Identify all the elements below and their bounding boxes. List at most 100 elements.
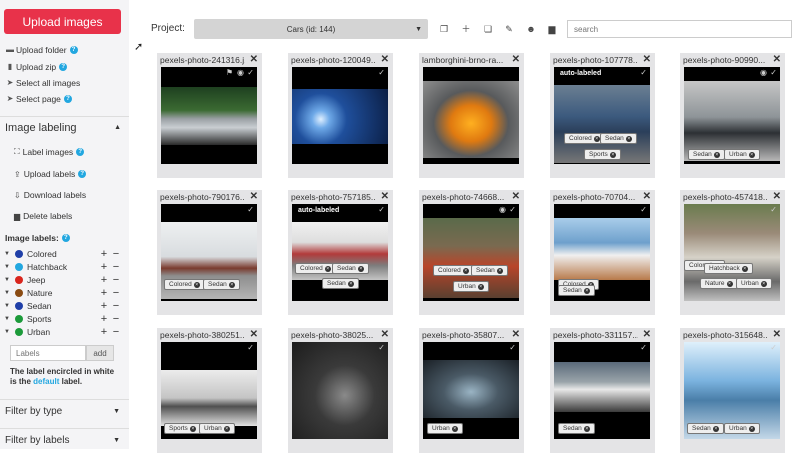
label-tag[interactable]: Nature ×	[700, 278, 738, 289]
close-icon[interactable]: ×	[583, 425, 590, 432]
label-tag[interactable]: Urban ×	[427, 423, 463, 434]
image-card[interactable]: pexels-photo-35807... ✕ ✓ Urban ×	[419, 328, 524, 453]
label-row[interactable]: ▼ Hatchback + −	[4, 261, 122, 273]
label-tag[interactable]: Sports ×	[584, 149, 621, 160]
trash-icon[interactable]: ▆	[547, 24, 557, 34]
duplicate-icon[interactable]: ❏	[483, 24, 493, 34]
close-icon[interactable]: ×	[741, 265, 748, 272]
image-thumbnail[interactable]: ⚑ ◉ ✓	[161, 67, 257, 164]
close-icon[interactable]: ×	[726, 280, 733, 287]
close-icon[interactable]: ×	[193, 281, 200, 288]
image-thumbnail[interactable]	[423, 67, 519, 164]
image-thumbnail[interactable]: ✓ auto-labeled Colored × Sedan × Sports ×	[554, 67, 650, 164]
check-icon[interactable]: ✓	[509, 343, 516, 352]
image-thumbnail[interactable]: ✓	[292, 67, 388, 164]
plus-icon[interactable]: ＋	[461, 24, 471, 34]
check-icon[interactable]: ✓	[770, 343, 777, 352]
help-icon[interactable]: ?	[61, 234, 70, 242]
upload-zip-link[interactable]: ▮ Upload zip ?	[6, 61, 68, 73]
image-card[interactable]: pexels-photo-107778... ✕ ✓ auto-labeled Colo…	[550, 53, 655, 178]
caret-down-icon[interactable]: ▼	[4, 290, 10, 296]
image-card[interactable]: pexels-photo-380251... ✕ ✓ Sports × Urban ×	[157, 328, 262, 453]
close-icon[interactable]: ×	[462, 267, 469, 274]
check-icon[interactable]: ✓	[378, 68, 385, 77]
plus-icon[interactable]: +	[98, 275, 110, 286]
close-icon[interactable]: ✕	[773, 329, 781, 340]
select-all-images-link[interactable]: ➤ Select all images	[6, 77, 81, 89]
label-row[interactable]: ▼ Sedan + −	[4, 300, 122, 312]
help-icon[interactable]: ?	[69, 46, 78, 54]
image-card[interactable]: pexels-photo-120049... ✕ ✓	[288, 53, 393, 178]
label-tag[interactable]: Colored×	[295, 263, 336, 274]
close-icon[interactable]: ✕	[643, 191, 651, 202]
image-thumbnail[interactable]: ✓Colored×Hatchback×Nature×Urban×	[684, 204, 780, 301]
close-icon[interactable]: ×	[760, 280, 767, 287]
check-icon[interactable]: ✓	[247, 68, 254, 77]
check-icon[interactable]: ✓	[640, 343, 647, 352]
image-card[interactable]: pexels-photo-457418...✕✓Colored×Hatchbac…	[680, 190, 785, 315]
image-card[interactable]: pexels-photo-757185... ✕ ✓ auto-labeled Colo…	[288, 190, 393, 315]
label-tag[interactable]: Urban ×	[724, 423, 760, 434]
help-icon[interactable]: ?	[63, 95, 72, 103]
help-icon[interactable]: ?	[59, 63, 68, 71]
eye-icon[interactable]: ◉	[760, 68, 767, 77]
close-icon[interactable]: ✕	[250, 54, 258, 65]
label-tag[interactable]: Urban ×	[736, 278, 772, 289]
close-icon[interactable]: ✕	[512, 191, 520, 202]
help-icon[interactable]: ?	[76, 148, 85, 156]
caret-down-icon[interactable]: ▼	[4, 264, 10, 270]
image-card[interactable]: pexels-photo-38025... ✕ ✓	[288, 328, 393, 453]
edit-icon[interactable]: ✎	[504, 24, 514, 34]
image-card[interactable]: pexels-photo-74668... ✕ ◉ ✓ Colored × Sedan × Ur…	[419, 190, 524, 315]
close-icon[interactable]: ✕	[512, 329, 520, 340]
close-icon[interactable]: ×	[477, 283, 484, 290]
image-thumbnail[interactable]: ◉ ✓ Colored × Sedan × Urban ×	[423, 204, 519, 301]
check-icon[interactable]: ✓	[509, 205, 516, 214]
help-icon[interactable]: ?	[78, 170, 87, 178]
project-select[interactable]: Cars (id: 144) ▼	[194, 19, 428, 39]
label-tag[interactable]: Sports ×	[164, 423, 201, 434]
label-tag[interactable]: Sedan ×	[203, 279, 240, 290]
image-card[interactable]: pexels-photo-315648... ✕ ✓ Sedan × Urban ×	[680, 328, 785, 453]
image-card[interactable]: pexels-photo-790176... ✕ ✓ Colored × Sedan ×	[157, 190, 262, 315]
labels-input[interactable]	[10, 345, 86, 361]
plus-icon[interactable]: +	[98, 288, 110, 299]
copy-icon[interactable]: ❐	[439, 24, 449, 34]
plus-icon[interactable]: +	[98, 249, 110, 260]
plus-icon[interactable]: +	[98, 301, 110, 312]
select-page-link[interactable]: ➤ Select page ?	[6, 93, 72, 105]
caret-down-icon[interactable]: ▼	[4, 303, 10, 309]
label-tag[interactable]: Urban ×	[453, 281, 489, 292]
label-row[interactable]: ▼ Nature + −	[4, 287, 122, 299]
label-tag[interactable]: Colored×	[564, 133, 605, 144]
minus-icon[interactable]: −	[110, 288, 122, 299]
close-icon[interactable]: ✕	[250, 191, 258, 202]
close-icon[interactable]: ×	[713, 151, 720, 158]
label-tag[interactable]: Urban ×	[199, 423, 235, 434]
image-thumbnail[interactable]: ✓Colored×Sedan×	[554, 204, 650, 301]
close-icon[interactable]: ✕	[381, 329, 389, 340]
close-icon[interactable]: ✕	[512, 54, 520, 65]
close-icon[interactable]: ×	[748, 151, 755, 158]
close-icon[interactable]: ×	[583, 287, 590, 294]
close-icon[interactable]: ×	[223, 425, 230, 432]
filter-by-type[interactable]: Filter by type ▼	[0, 399, 129, 423]
close-icon[interactable]: ✕	[773, 54, 781, 65]
close-icon[interactable]: ×	[593, 135, 600, 142]
check-icon[interactable]: ✓	[640, 68, 647, 77]
image-thumbnail[interactable]: ◉ ✓ Sedan × Urban ×	[684, 67, 780, 164]
eye-icon[interactable]: ◉	[237, 68, 244, 77]
delete-labels-link[interactable]: ▆ Delete labels	[14, 211, 72, 221]
label-row[interactable]: ▼ Sports + −	[4, 313, 122, 325]
image-card[interactable]: pexels-photo-70704... ✕ ✓Colored×Sedan×	[550, 190, 655, 315]
check-icon[interactable]: ✓	[247, 205, 254, 214]
close-icon[interactable]: ✕	[643, 54, 651, 65]
image-thumbnail[interactable]: ✓ Sedan × Urban ×	[684, 342, 780, 439]
close-icon[interactable]: ×	[228, 281, 235, 288]
check-icon[interactable]: ✓	[378, 205, 385, 214]
close-icon[interactable]: ✕	[643, 329, 651, 340]
close-icon[interactable]: ×	[496, 267, 503, 274]
eye-icon[interactable]: ◉	[499, 205, 506, 214]
flag-icon[interactable]: ⚑	[226, 68, 233, 77]
close-icon[interactable]: ×	[712, 425, 719, 432]
